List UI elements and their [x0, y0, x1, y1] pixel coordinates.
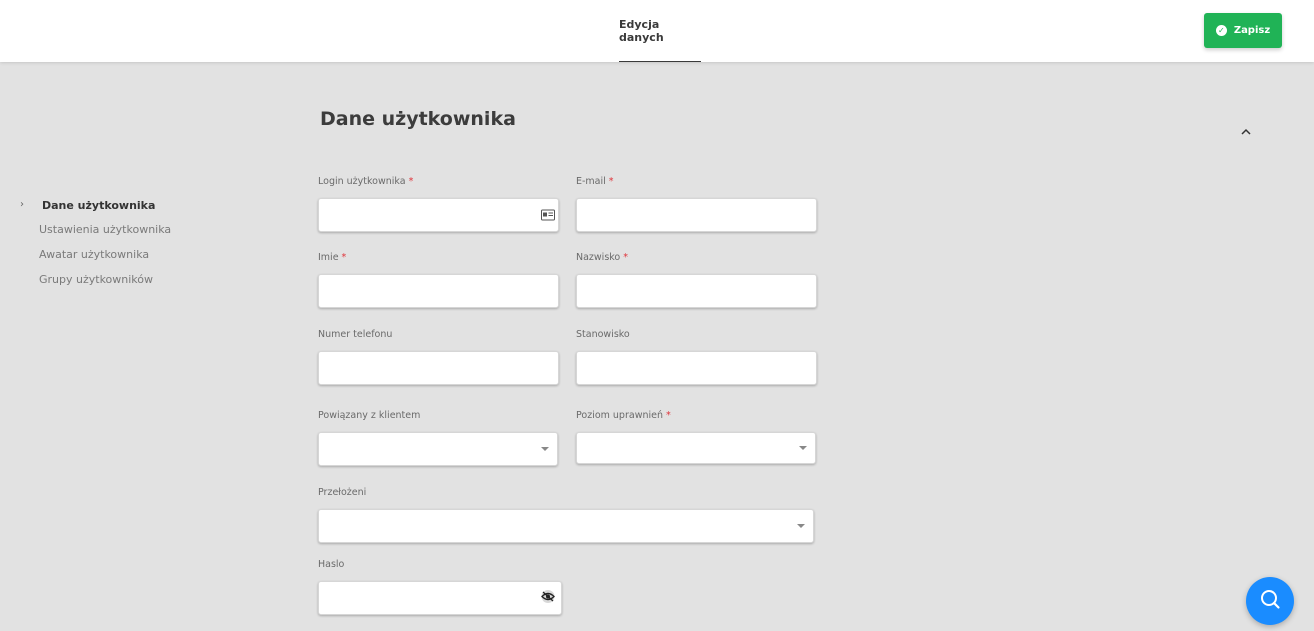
- client-label: Powiązany z klientem: [318, 410, 421, 421]
- save-button-label: Zapisz: [1233, 25, 1271, 36]
- email-field[interactable]: [576, 198, 817, 232]
- sidebar-item-user-avatar[interactable]: Awatar użytkownika: [39, 248, 149, 261]
- top-bar: Edycja danych ✓ Zapisz: [0, 0, 1314, 62]
- check-circle-icon: ✓: [1215, 25, 1227, 36]
- chevron-up-icon[interactable]: [1239, 124, 1253, 138]
- sidebar-item-user-settings[interactable]: Ustawienia użytkownika: [39, 223, 171, 236]
- tab-edit-data[interactable]: Edycja danych: [619, 0, 701, 62]
- first-name-label: Imie *: [318, 252, 347, 263]
- required-mark: *: [408, 176, 414, 187]
- eye-slash-icon[interactable]: [539, 589, 557, 608]
- password-field[interactable]: [318, 581, 562, 615]
- permission-select[interactable]: [576, 432, 816, 464]
- login-input[interactable]: [319, 199, 558, 231]
- search-fab-button[interactable]: [1246, 577, 1294, 625]
- id-card-icon: [541, 206, 555, 225]
- section-title: Dane użytkownika: [320, 108, 516, 130]
- password-input[interactable]: [319, 582, 561, 614]
- required-mark: *: [608, 176, 614, 187]
- client-select[interactable]: [318, 432, 558, 466]
- required-mark: *: [666, 410, 671, 421]
- last-name-label: Nazwisko *: [576, 252, 628, 263]
- sidebar-item-user-data[interactable]: Dane użytkownika: [42, 199, 155, 212]
- last-name-field[interactable]: [576, 274, 817, 308]
- password-label: Haslo: [318, 559, 345, 570]
- caret-down-icon: [541, 447, 549, 451]
- position-input[interactable]: [577, 352, 816, 384]
- search-icon: [1259, 588, 1281, 614]
- superiors-label: Przełożeni: [318, 487, 367, 498]
- login-field[interactable]: [318, 198, 559, 232]
- save-button[interactable]: ✓ Zapisz: [1204, 13, 1282, 48]
- email-label: E-mail *: [576, 176, 614, 187]
- phone-input[interactable]: [319, 352, 558, 384]
- position-field[interactable]: [576, 351, 817, 385]
- permission-label: Poziom uprawnień *: [576, 410, 671, 421]
- caret-down-icon: [797, 524, 805, 528]
- caret-down-icon: [799, 446, 807, 450]
- superiors-select[interactable]: [318, 509, 814, 543]
- phone-label: Numer telefonu: [318, 329, 393, 340]
- phone-field[interactable]: [318, 351, 559, 385]
- sidebar-item-user-groups[interactable]: Grupy użytkowników: [39, 273, 153, 286]
- first-name-input[interactable]: [319, 275, 558, 307]
- last-name-input[interactable]: [577, 275, 816, 307]
- chevron-right-icon: ›: [20, 199, 24, 210]
- required-mark: *: [341, 252, 347, 263]
- email-input[interactable]: [577, 199, 816, 231]
- position-label: Stanowisko: [576, 329, 630, 340]
- login-label: Login użytkownika *: [318, 176, 414, 187]
- first-name-field[interactable]: [318, 274, 559, 308]
- required-mark: *: [623, 252, 628, 263]
